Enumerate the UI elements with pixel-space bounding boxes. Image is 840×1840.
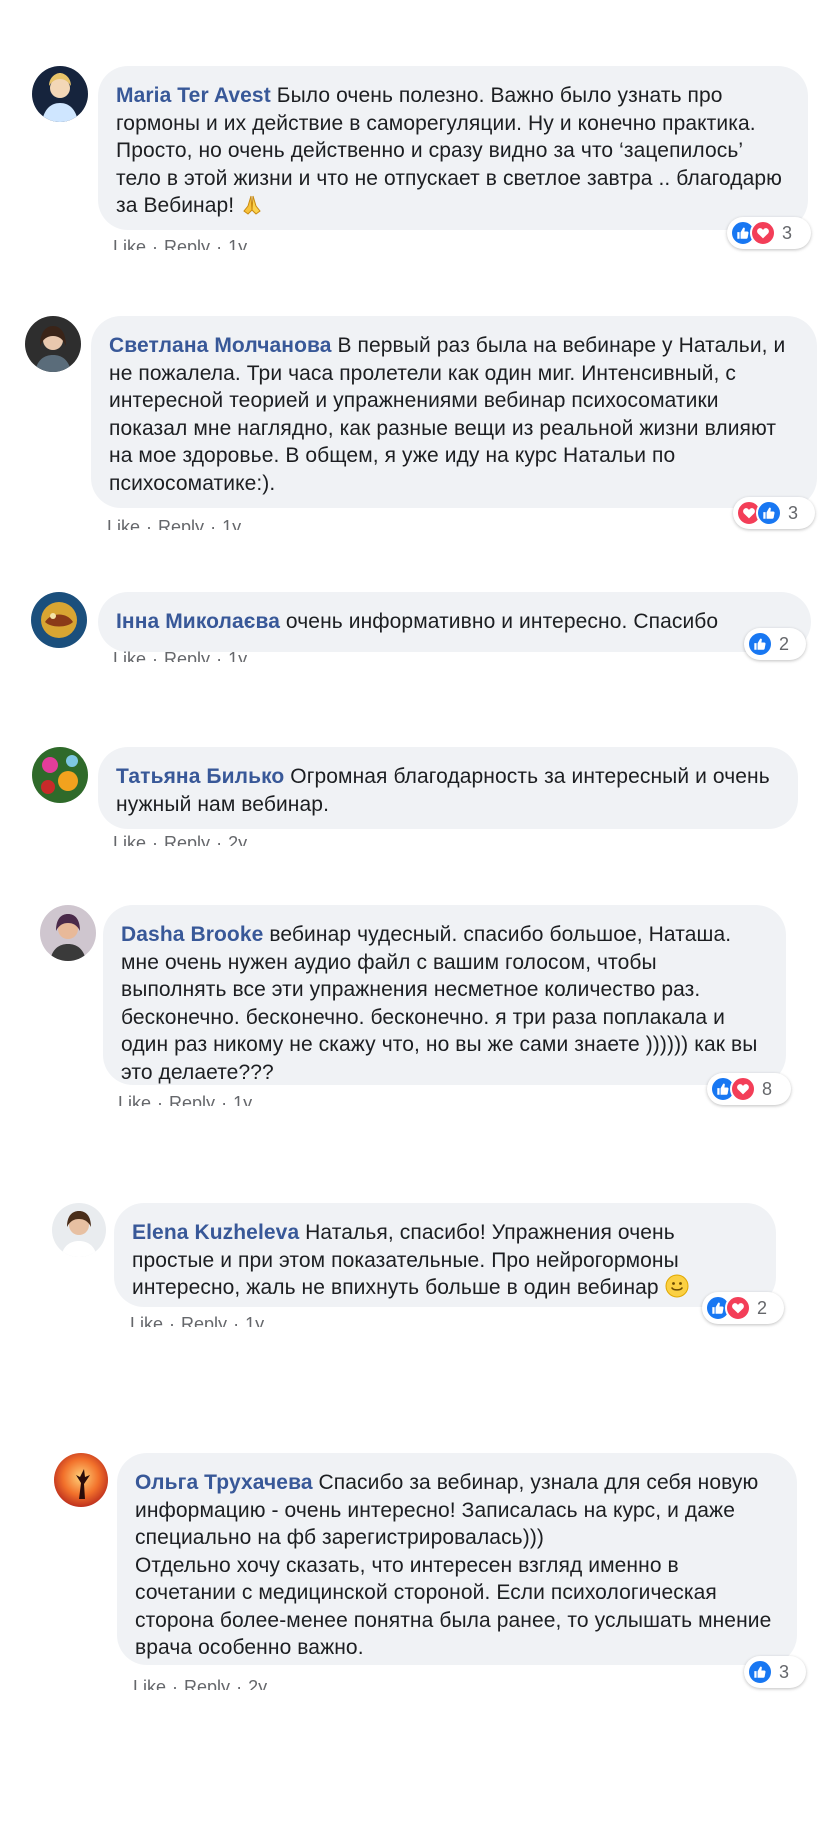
comment-bubble: Ольга Трухачева Спасибо за вебинар, узна…: [117, 1453, 797, 1665]
comment-timestamp[interactable]: 1y: [245, 1313, 264, 1327]
reaction-count: 3: [779, 1661, 790, 1682]
reply-link[interactable]: Reply: [164, 648, 210, 662]
reactions-summary[interactable]: 3: [727, 217, 811, 249]
reaction-count: 2: [757, 1297, 768, 1318]
love-reaction-icon: [725, 1295, 751, 1321]
avatar[interactable]: [54, 1453, 108, 1507]
like-link[interactable]: Like: [107, 516, 140, 530]
like-reaction-icon: [747, 631, 773, 657]
comment-timestamp[interactable]: 2y: [228, 832, 247, 846]
reactions-summary[interactable]: 2: [702, 1292, 784, 1324]
comment-author[interactable]: Інна Миколаєва: [116, 610, 280, 633]
comment-timestamp[interactable]: 1y: [228, 648, 247, 662]
smiling-face-emoji-icon: [665, 1274, 689, 1298]
comment-bubble: Maria Ter Avest Было очень полезно. Важн…: [98, 66, 808, 230]
comment-actions: Like · Reply · 1y: [118, 1092, 252, 1106]
like-reaction-icon: [756, 500, 782, 526]
love-reaction-icon: [750, 220, 776, 246]
comment-timestamp[interactable]: 1y: [233, 1092, 252, 1106]
reactions-summary[interactable]: 3: [744, 1656, 806, 1688]
comment-author[interactable]: Татьяна Билько: [116, 765, 284, 788]
comment-author[interactable]: Светлана Молчанова: [109, 334, 332, 357]
like-link[interactable]: Like: [113, 832, 146, 846]
comment-timestamp[interactable]: 1y: [228, 236, 247, 250]
reaction-count: 3: [782, 222, 793, 243]
reply-link[interactable]: Reply: [169, 1092, 215, 1106]
folded-hands-emoji-icon: [240, 192, 264, 216]
reaction-count: 8: [762, 1078, 773, 1099]
comment-bubble: Elena Kuzheleva Наталья, спасибо! Упражн…: [114, 1203, 776, 1307]
reactions-summary[interactable]: 3: [733, 497, 815, 529]
reply-link[interactable]: Reply: [181, 1313, 227, 1327]
comment-bubble: Светлана Молчанова В первый раз была на …: [91, 316, 817, 508]
avatar[interactable]: [40, 905, 96, 961]
avatar[interactable]: [25, 316, 81, 372]
like-reaction-icon: [747, 1659, 773, 1685]
like-link[interactable]: Like: [113, 236, 146, 250]
reaction-count: 3: [788, 502, 799, 523]
reply-link[interactable]: Reply: [158, 516, 204, 530]
reactions-summary[interactable]: 8: [707, 1073, 791, 1105]
reply-link[interactable]: Reply: [164, 236, 210, 250]
comment-text: очень информативно и интересно. Спасибо: [280, 610, 719, 633]
comment-actions: Like · Reply · 2y: [133, 1676, 267, 1690]
comment-author[interactable]: Maria Ter Avest: [116, 84, 271, 107]
comment-actions: Like · Reply · 1y: [113, 648, 247, 662]
like-link[interactable]: Like: [130, 1313, 163, 1327]
comment-timestamp[interactable]: 2y: [248, 1676, 267, 1690]
avatar[interactable]: [52, 1203, 106, 1257]
comment-author[interactable]: Elena Kuzheleva: [132, 1221, 299, 1244]
comment-actions: Like · Reply · 1y: [107, 516, 241, 530]
like-link[interactable]: Like: [133, 1676, 166, 1690]
comment-bubble: Татьяна Билько Огромная благодарность за…: [98, 747, 798, 829]
comment-bubble: Dasha Brooke вебинар чудесный. спасибо б…: [103, 905, 786, 1085]
comment-text: вебинар чудесный. спасибо большое, Наташ…: [121, 923, 764, 1084]
love-reaction-icon: [730, 1076, 756, 1102]
comment-timestamp[interactable]: 1y: [222, 516, 241, 530]
reply-link[interactable]: Reply: [164, 832, 210, 846]
comment-bubble: Інна Миколаєва очень информативно и инте…: [98, 592, 811, 652]
like-link[interactable]: Like: [118, 1092, 151, 1106]
comment-actions: Like · Reply · 1y: [113, 236, 247, 250]
comment-author[interactable]: Ольга Трухачева: [135, 1471, 313, 1494]
reply-link[interactable]: Reply: [184, 1676, 230, 1690]
comment-author[interactable]: Dasha Brooke: [121, 923, 263, 946]
reaction-count: 2: [779, 633, 790, 654]
avatar[interactable]: [32, 66, 88, 122]
comment-text: В первый раз была на вебинаре у Натальи,…: [109, 334, 792, 495]
avatar[interactable]: [32, 747, 88, 803]
like-link[interactable]: Like: [113, 648, 146, 662]
comment-text: Спасибо за вебинар, узнала для себя нову…: [135, 1471, 772, 1659]
reactions-summary[interactable]: 2: [744, 628, 806, 660]
avatar[interactable]: [31, 592, 87, 648]
comment-actions: Like · Reply · 2y: [113, 832, 247, 846]
comment-actions: Like · Reply · 1y: [130, 1313, 264, 1327]
